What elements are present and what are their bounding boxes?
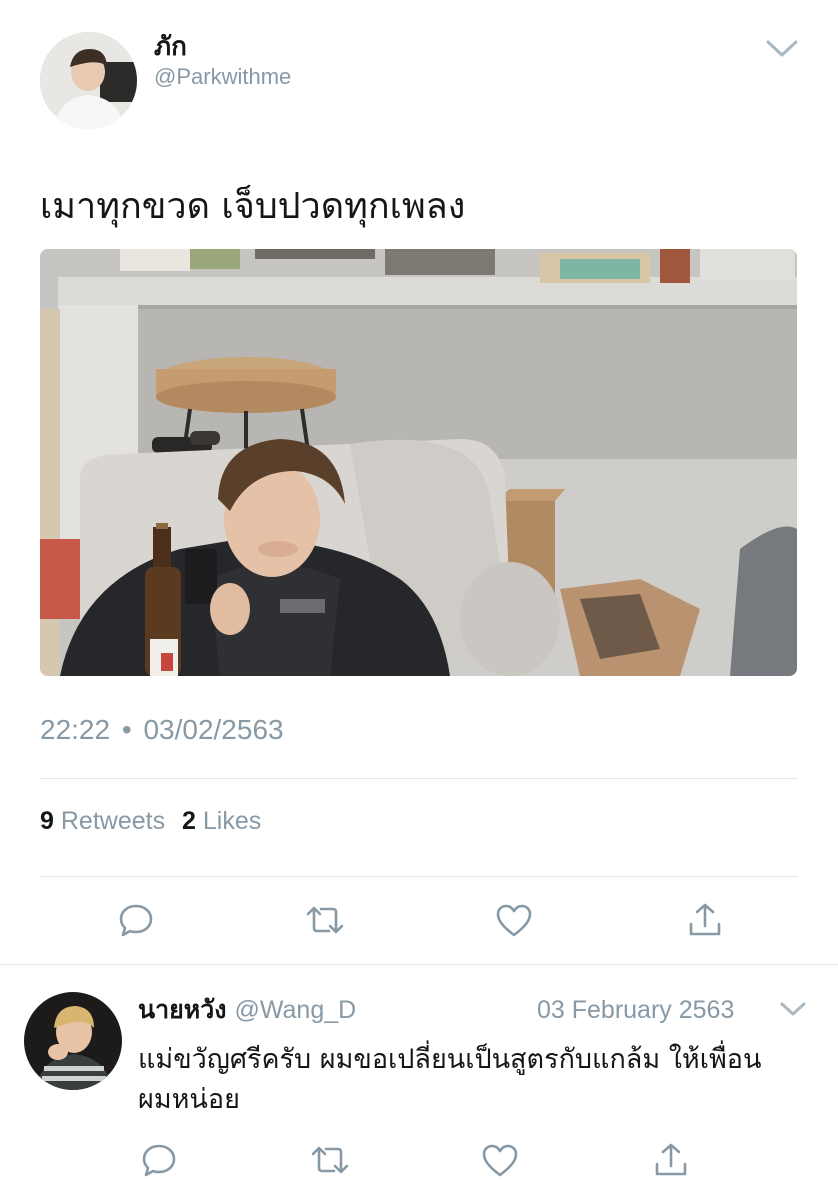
retweets-label: Retweets [60, 807, 166, 835]
likes-count: 2 [182, 807, 196, 835]
reply-text: แม่ขวัญศรีครับ ผมขอเปลี่ยนเป็นสูตรกับแกล… [138, 1044, 762, 1115]
share-icon[interactable] [688, 902, 722, 938]
reply-display-name: นายหวัง [138, 995, 227, 1024]
reply-retweet-icon[interactable] [310, 1144, 350, 1176]
reply-menu-chevron-icon[interactable] [778, 998, 808, 1020]
reply-author-avatar[interactable] [24, 992, 122, 1090]
author-avatar[interactable] [40, 32, 137, 129]
chevron-down-icon[interactable] [764, 36, 800, 60]
reply-handle: @Wang_D [234, 996, 357, 1024]
reply-heart-icon[interactable] [482, 1144, 518, 1178]
tweet-date: 03/02/2563 [143, 714, 284, 745]
author-handle: @Parkwithme [154, 64, 292, 89]
likes-label: Likes [202, 807, 262, 835]
tweet-stats: 9 Retweets 2 Likes [40, 804, 261, 838]
reply-author-line: นายหวัง @Wang_D [138, 994, 356, 1026]
timestamp-separator: • [121, 714, 132, 745]
retweets-stat[interactable]: 9 Retweets [40, 807, 172, 835]
reply-share-icon[interactable] [654, 1142, 688, 1178]
author-display-name: ภัก [154, 32, 187, 62]
reply-icon[interactable] [118, 902, 154, 938]
retweet-icon[interactable] [305, 904, 345, 936]
retweets-count: 9 [40, 807, 54, 835]
divider-top [40, 778, 798, 779]
divider-bottom [40, 876, 798, 877]
tweet-timestamp[interactable]: 22:22 • 03/02/2563 [40, 712, 284, 748]
avatar-photo [40, 32, 137, 129]
tweet-time: 22:22 [40, 714, 111, 745]
reply-date: 03 February 2563 [537, 996, 735, 1024]
tweet-text: เมาทุกขวด เจ็บปวดทุกเพลง [40, 186, 466, 227]
tweet-photo[interactable] [40, 249, 797, 676]
likes-stat[interactable]: 2 Likes [182, 807, 261, 835]
reply-reply-icon[interactable] [141, 1142, 177, 1178]
heart-icon[interactable] [496, 904, 532, 938]
photo-scene [40, 249, 797, 676]
section-divider [0, 964, 838, 965]
reply-avatar-photo [24, 992, 122, 1090]
